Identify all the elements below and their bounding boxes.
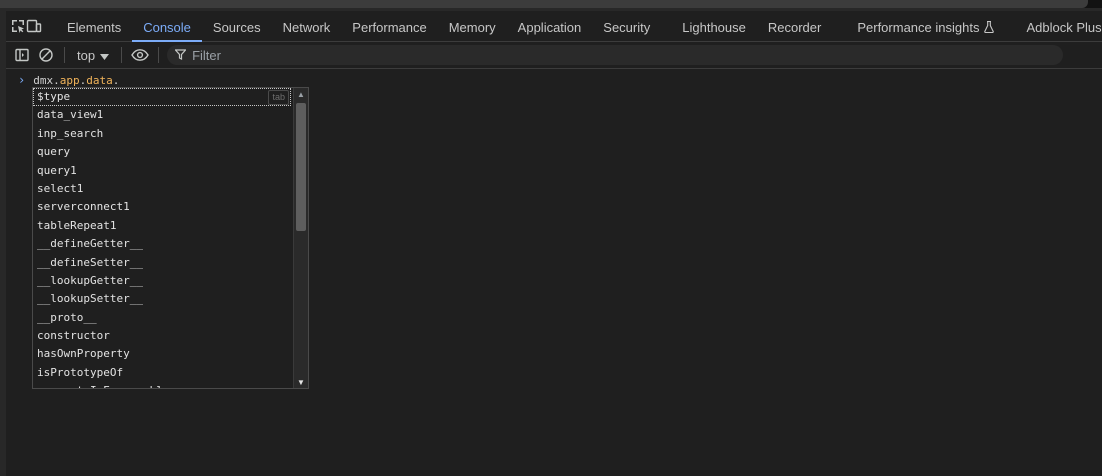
tab-label: Elements — [67, 20, 122, 35]
autocomplete-item[interactable]: __lookupSetter__ — [33, 290, 291, 308]
filter-icon — [174, 48, 187, 63]
clear-console-icon[interactable] — [34, 43, 58, 67]
autocomplete-item-label: inp_search — [37, 126, 104, 140]
autocomplete-item-label: hasOwnProperty — [37, 347, 130, 361]
device-toolbar-icon[interactable] — [26, 14, 42, 38]
console-input-text[interactable]: dmx.app.data. — [33, 74, 119, 87]
tab-label: Adblock Plus — [1026, 20, 1102, 35]
autocomplete-item[interactable]: tableRepeat1 — [33, 217, 291, 235]
devtools-tab-bar: Elements Console Sources Network Performance… — [6, 11, 1102, 42]
toolbar-separator — [121, 47, 123, 63]
chevron-down-icon — [100, 48, 110, 63]
autocomplete-item[interactable]: $type tab — [33, 88, 291, 107]
scroll-down-icon[interactable]: ▼ — [294, 376, 308, 388]
tab-performance[interactable]: Performance — [341, 11, 437, 41]
autocomplete-item-label: serverconnect1 — [37, 200, 130, 214]
autocomplete-item[interactable]: __defineSetter__ — [33, 254, 291, 272]
tab-sources[interactable]: Sources — [202, 11, 272, 41]
autocomplete-item-label: isPrototypeOf — [37, 365, 124, 379]
console-output[interactable]: › dmx.app.data. $type tab data_view1 inp_se… — [6, 69, 1102, 476]
console-toolbar: top Filter — [6, 42, 1102, 69]
prompt-chevron-icon: › — [18, 73, 26, 87]
tab-application[interactable]: Application — [507, 11, 593, 41]
inspect-element-icon[interactable] — [10, 14, 26, 38]
tab-label: Sources — [212, 20, 261, 35]
autocomplete-item-label: __defineGetter__ — [37, 237, 143, 251]
tab-network[interactable]: Network — [272, 11, 342, 41]
tabs-container: Elements Console Sources Network Performance… — [56, 11, 1102, 42]
flask-icon — [984, 20, 995, 35]
autocomplete-item[interactable]: propertyIsEnumerable — [33, 382, 291, 388]
tab-label: Console — [143, 20, 191, 35]
autocomplete-item[interactable]: data_view1 — [33, 106, 291, 124]
autocomplete-list: $type tab data_view1 inp_searchquery query1 s… — [33, 88, 291, 388]
autocomplete-item[interactable]: serverconnect1 — [33, 198, 291, 216]
autocomplete-item[interactable]: constructor — [33, 327, 291, 345]
tab-label: Network — [282, 20, 331, 35]
tab-elements[interactable]: Elements — [56, 11, 132, 41]
autocomplete-popup: $type tab data_view1 inp_searchquery query1 s… — [32, 87, 309, 389]
autocomplete-item-label: query1 — [37, 163, 77, 177]
tab-performance-insights[interactable]: Performance insights — [846, 11, 1005, 41]
autocomplete-item-label: __proto__ — [37, 310, 97, 324]
tab-label: Lighthouse — [682, 20, 746, 35]
autocomplete-item[interactable]: __proto__ — [33, 309, 291, 327]
tab-label: Performance insights — [857, 20, 980, 35]
autocomplete-item-label: tableRepeat1 — [37, 218, 117, 232]
tab-label: Recorder — [767, 20, 822, 35]
tab-adblock-plus[interactable]: Adblock Plus — [1015, 11, 1102, 41]
tab-console[interactable]: Console — [132, 11, 202, 42]
autocomplete-item[interactable]: __lookupGetter__ — [33, 272, 291, 290]
window-top-strip — [0, 0, 1102, 8]
autocomplete-scrollbar[interactable]: ▲ ▼ — [293, 88, 308, 388]
tab-hint-badge: tab — [268, 90, 289, 105]
autocomplete-item[interactable]: hasOwnProperty — [33, 345, 291, 363]
autocomplete-item[interactable]: isPrototypeOf — [33, 364, 291, 382]
filter-input[interactable]: Filter — [167, 45, 1064, 65]
autocomplete-item-label: select1 — [37, 181, 84, 195]
scroll-up-icon[interactable]: ▲ — [294, 88, 308, 100]
autocomplete-item[interactable]: __defineGetter__ — [33, 235, 291, 253]
console-prompt[interactable]: › dmx.app.data. — [18, 73, 119, 87]
autocomplete-item[interactable]: query — [33, 143, 291, 161]
toolbar-separator — [64, 47, 65, 63]
tab-label: Memory — [448, 20, 496, 35]
autocomplete-item-label: constructor — [37, 329, 110, 343]
sidebar-toggle-icon[interactable] — [10, 43, 34, 67]
toolbar-separator — [158, 47, 160, 63]
autocomplete-item-label: data_view1 — [37, 108, 104, 122]
autocomplete-item-label: __lookupSetter__ — [37, 292, 143, 306]
autocomplete-item[interactable]: query1 — [33, 162, 291, 180]
autocomplete-item-label: query — [37, 145, 71, 159]
filter-placeholder: Filter — [192, 47, 221, 63]
tab-label: Application — [517, 20, 582, 35]
window-frame: Elements Console Sources Network Performance… — [0, 0, 1102, 476]
tab-lighthouse[interactable]: Lighthouse — [671, 11, 757, 41]
autocomplete-item[interactable]: inp_search — [33, 125, 291, 143]
context-select-value: top — [77, 47, 96, 63]
autocomplete-item[interactable]: select1 — [33, 180, 291, 198]
tab-label: Security — [603, 20, 651, 35]
context-select[interactable]: top — [71, 48, 115, 63]
autocomplete-item-label: __defineSetter__ — [37, 255, 143, 269]
autocomplete-item-label: propertyIsEnumerable — [37, 384, 169, 388]
live-expression-eye-icon[interactable] — [128, 43, 152, 67]
tab-memory[interactable]: Memory — [438, 11, 507, 41]
scrollbar-thumb[interactable] — [296, 103, 306, 231]
tab-security[interactable]: Security — [592, 11, 661, 41]
autocomplete-item-label: __lookupGetter__ — [37, 273, 143, 287]
tab-label: Performance — [352, 20, 427, 35]
tab-recorder[interactable]: Recorder — [757, 11, 832, 41]
devtools-panel: Elements Console Sources Network Performance… — [6, 11, 1102, 476]
autocomplete-item-label: $type — [37, 90, 71, 103]
